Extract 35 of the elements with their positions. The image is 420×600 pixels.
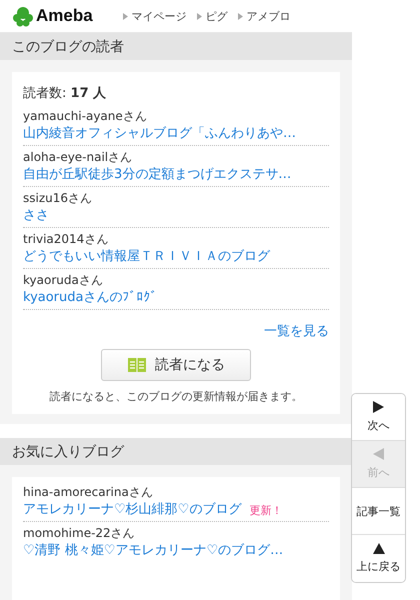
nav-link[interactable]: アメブロ (246, 8, 291, 24)
blog-link[interactable]: ささ (23, 207, 329, 225)
bullet-icon (122, 12, 128, 20)
bullet-icon (196, 12, 202, 20)
nav-link[interactable]: ピグ (206, 8, 228, 24)
user-name: hina-amorecarinaさん (23, 484, 154, 501)
section-title: このブログの読者 (12, 38, 124, 56)
logo-text[interactable]: Ameba (36, 6, 93, 26)
blog-link[interactable]: どうでもいい情報屋ＴＲＩＶＩＡのブログ (23, 248, 329, 266)
user-name: momohime-22さん (23, 525, 136, 542)
reader-count: 17 人 (70, 86, 106, 101)
blog-link[interactable]: 山内綾音オフィシャルブログ「ふんわりあや… (23, 125, 329, 143)
blog-link[interactable]: 自由が丘駅徒歩3分の定額まつげエクステサ… (23, 166, 329, 184)
up-arrow-icon (372, 543, 384, 554)
become-reader-button[interactable]: 読者になる (101, 349, 251, 381)
user-name: trivia2014さん (23, 231, 110, 248)
reader-note: 読者になると、このブログの更新情報が届きます。 (48, 389, 304, 404)
user-name: kyaorudaさん (23, 272, 104, 289)
side-nav-button[interactable]: 次へ (352, 394, 405, 441)
user-name: yamauchi-ayaneさん (23, 108, 148, 125)
logo-icon (12, 5, 34, 27)
reader-count-label: 読者数: (23, 86, 66, 101)
book-icon (127, 357, 147, 373)
user-name: ssizu16さん (23, 190, 94, 207)
user-name: aloha-eye-nailさん (23, 149, 134, 166)
right-arrow-icon (373, 401, 384, 413)
more-link[interactable]: 一覧を見る (264, 324, 329, 339)
blog-link[interactable]: アモレカリーナ♡杉山緋那♡のブログ (23, 501, 242, 519)
section-title: お気に入りブログ (12, 442, 124, 460)
nav-link[interactable]: マイページ (132, 8, 187, 24)
left-arrow-icon (373, 448, 384, 460)
updated-label: 更新！ (249, 502, 282, 518)
blog-link[interactable]: ♡清野 桃々姫♡アモレカリーナ♡のブログ… (23, 542, 284, 560)
blog-link[interactable]: kyaorudaさんのﾌﾞﾛｸﾞ (23, 289, 329, 307)
bullet-icon (238, 12, 243, 20)
